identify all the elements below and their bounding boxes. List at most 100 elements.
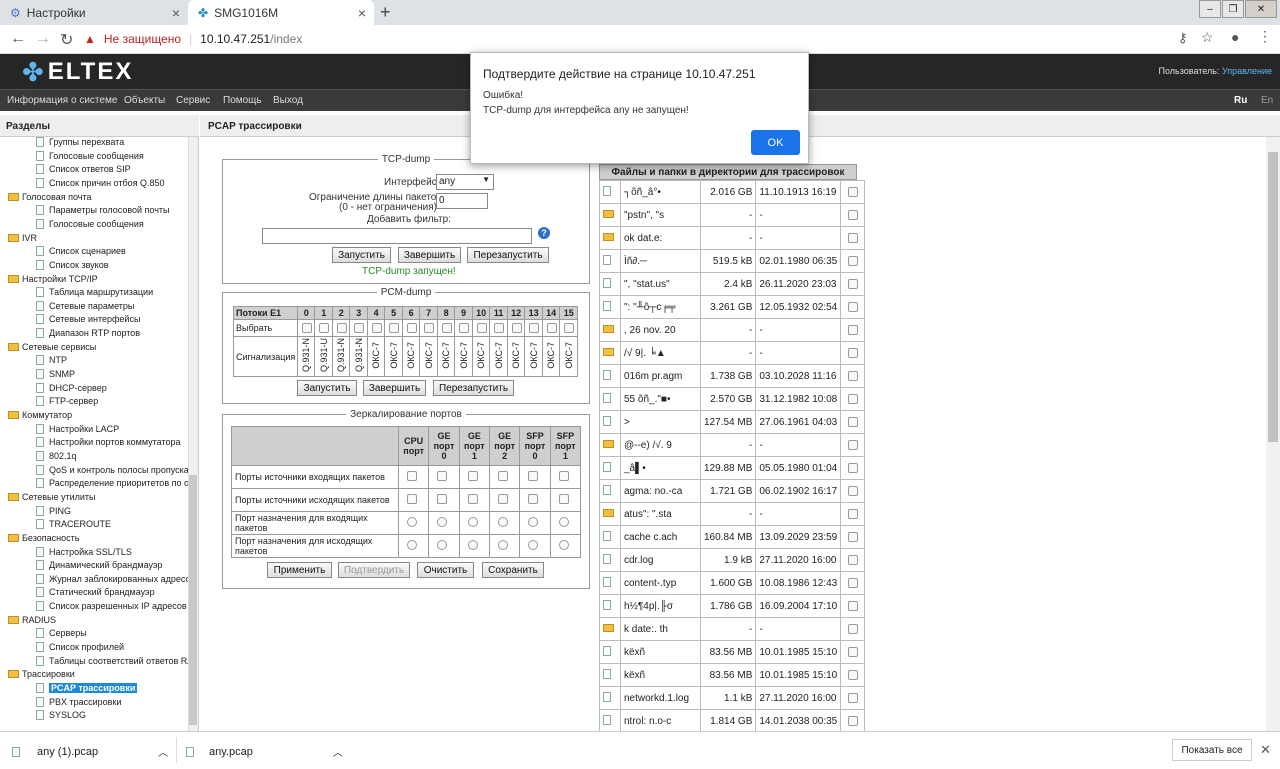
sidebar-item[interactable]: Сетевые параметры xyxy=(36,300,134,311)
menu-service[interactable]: Сервис xyxy=(176,95,210,106)
stream-checkbox[interactable] xyxy=(459,323,470,333)
menu-help[interactable]: Помощь xyxy=(223,95,262,106)
sidebar-item[interactable]: DHCP-сервер xyxy=(36,382,107,393)
account-icon[interactable]: ● xyxy=(1231,29,1239,45)
sidebar-group[interactable]: Настройки TCP/IP xyxy=(8,274,98,284)
file-checkbox[interactable] xyxy=(848,463,859,473)
sidebar-item[interactable]: Распределение приоритетов по оче xyxy=(36,478,198,489)
file-row[interactable]: ┐õñ_â°• 2.016 GB 11.10.1913 16:19 xyxy=(599,180,866,204)
port-checkbox[interactable] xyxy=(528,471,539,481)
file-row[interactable]: "pstn", "s - - xyxy=(599,203,866,227)
file-name[interactable]: k date:. th xyxy=(620,617,701,641)
file-row[interactable]: networkd.1.log 1.1 kB 27.11.2020 16:00 xyxy=(599,686,866,710)
sidebar-item[interactable]: Голосовые сообщения xyxy=(36,218,144,229)
port-checkbox[interactable] xyxy=(467,471,478,481)
sidebar-item[interactable]: SYSLOG xyxy=(36,710,86,721)
file-name[interactable]: cache c.ach xyxy=(620,525,701,549)
sidebar-item[interactable]: Группы перехвата xyxy=(36,137,124,147)
download-item[interactable]: any (1).pcap ︿ xyxy=(12,744,168,759)
close-downloads-icon[interactable]: ✕ xyxy=(1260,742,1271,758)
file-name[interactable]: @--e) /√. 9 xyxy=(620,433,701,457)
sidebar-item[interactable]: Настройка SSL/TLS xyxy=(36,546,132,557)
sidebar-item[interactable]: NTP xyxy=(36,355,67,366)
file-row[interactable]: @--e) /√. 9-- xyxy=(599,433,866,457)
stream-checkbox[interactable] xyxy=(389,323,400,333)
menu-objects[interactable]: Объекты xyxy=(124,95,165,106)
file-row[interactable]: /√ 9|. ╘▲ - - xyxy=(599,341,866,365)
file-row[interactable]: k date:. th - - xyxy=(599,617,866,641)
file-checkbox[interactable] xyxy=(848,348,859,358)
port-checkbox[interactable] xyxy=(558,471,569,481)
sidebar-item[interactable]: 802.1q xyxy=(36,450,77,461)
file-name[interactable]: ", "stat.us" xyxy=(620,272,701,296)
stream-checkbox[interactable] xyxy=(476,323,487,333)
port-checkbox[interactable] xyxy=(437,494,448,504)
confirm-button[interactable]: Подтвердить xyxy=(338,562,410,578)
file-checkbox[interactable] xyxy=(848,670,859,680)
stream-checkbox[interactable] xyxy=(354,323,365,333)
sidebar-item[interactable]: Голосовые сообщения xyxy=(36,150,144,161)
file-checkbox[interactable] xyxy=(848,532,859,542)
download-item[interactable]: any.pcap ︿ xyxy=(186,744,343,759)
file-checkbox[interactable] xyxy=(848,325,859,335)
file-name[interactable]: _â▌• xyxy=(620,456,701,480)
file-row[interactable]: >127.54 MB 27.06.1961 04:03 xyxy=(599,410,866,434)
file-name[interactable]: cdr.log xyxy=(620,548,701,572)
pcmdump-stop-button[interactable]: Завершить xyxy=(363,380,426,396)
file-name[interactable]: agma: no.-ca xyxy=(620,479,701,503)
file-row[interactable]: 55 õñ_."■• 2.570 GB 31.12.1982 10:08 xyxy=(599,387,866,411)
file-row[interactable]: _â▌• 129.88 MB 05.05.1980 01:04 xyxy=(599,456,866,480)
file-checkbox[interactable] xyxy=(848,601,859,611)
sidebar-group[interactable]: Безопасность xyxy=(8,533,79,543)
packet-limit-input[interactable]: 0 xyxy=(436,193,488,209)
file-row[interactable]: ok dat.e: - - xyxy=(599,226,866,250)
sidebar-item[interactable]: PBX трассировки xyxy=(36,696,121,707)
key-icon[interactable]: ⚷ xyxy=(1178,30,1188,46)
pcmdump-restart-button[interactable]: Перезапустить xyxy=(433,380,514,396)
file-row[interactable]: 016m pr.agm 1.738 GB 03.10.2028 11:16 xyxy=(599,364,866,388)
stream-checkbox[interactable] xyxy=(564,323,575,333)
file-checkbox[interactable] xyxy=(848,256,859,266)
file-row[interactable]: ", "stat.us" 2.4 kB 26.11.2020 23:03 xyxy=(599,272,866,296)
page-scroll-thumb[interactable] xyxy=(1268,152,1278,442)
file-name[interactable]: këxñ xyxy=(620,640,701,664)
file-checkbox[interactable] xyxy=(848,187,859,197)
sidebar-item[interactable]: Список звуков xyxy=(36,259,108,270)
sidebar-group[interactable]: Сетевые утилиты xyxy=(8,492,96,502)
user-link[interactable]: Управление xyxy=(1222,66,1272,76)
file-name[interactable]: networkd.1.log xyxy=(620,686,701,710)
show-all-downloads-button[interactable]: Показать все xyxy=(1172,739,1252,761)
sidebar-item[interactable]: QoS и контроль полосы пропускани xyxy=(36,464,198,475)
port-checkbox[interactable] xyxy=(407,471,417,481)
file-row[interactable]: Ìñ∂.─ 519.5 kB 02.01.1980 06:35 xyxy=(599,249,866,273)
sidebar-item[interactable]: Таблица маршрутизации xyxy=(36,287,153,298)
browser-tab-settings[interactable]: ⚙ Настройки × xyxy=(0,0,188,25)
chevron-up-icon[interactable]: ︿ xyxy=(158,744,168,759)
sidebar-group[interactable]: IVR xyxy=(8,233,37,243)
file-row[interactable]: ": "╨ô┬c╒╤ 3.261 GB 12.05.1932 02:54 xyxy=(599,295,866,319)
forward-arrow-icon[interactable]: → xyxy=(35,30,51,48)
sidebar-item[interactable]: Диапазон RTP портов xyxy=(36,328,140,339)
port-radio[interactable] xyxy=(437,540,448,550)
window-close-icon[interactable]: ✕ xyxy=(1245,0,1277,18)
filter-input[interactable] xyxy=(262,228,532,244)
file-checkbox[interactable] xyxy=(848,555,859,565)
lang-en[interactable]: En xyxy=(1261,95,1273,106)
stream-checkbox[interactable] xyxy=(371,323,382,333)
tcpdump-restart-button[interactable]: Перезапустить xyxy=(467,247,549,263)
port-radio[interactable] xyxy=(558,517,569,527)
file-row[interactable]: ntrol: n.o-c 1.814 GB 14.01.2038 00:35 xyxy=(599,709,866,733)
port-radio[interactable] xyxy=(528,540,539,550)
file-name[interactable]: ": "╨ô┬c╒╤ xyxy=(620,295,701,319)
close-icon[interactable]: × xyxy=(358,5,366,21)
file-checkbox[interactable] xyxy=(848,716,859,726)
new-tab-plus-icon[interactable]: + xyxy=(380,2,391,23)
port-radio[interactable] xyxy=(437,517,448,527)
file-name[interactable]: /√ 9|. ╘▲ xyxy=(620,341,701,365)
clear-button[interactable]: Очистить xyxy=(417,562,474,578)
file-checkbox[interactable] xyxy=(848,624,859,634)
file-row[interactable]: këxñ 83.56 MB 10.01.1985 15:10 xyxy=(599,640,866,664)
star-icon[interactable]: ☆ xyxy=(1201,29,1214,46)
file-row[interactable]: atus": ".sta - - xyxy=(599,502,866,526)
stream-checkbox[interactable] xyxy=(546,323,557,333)
